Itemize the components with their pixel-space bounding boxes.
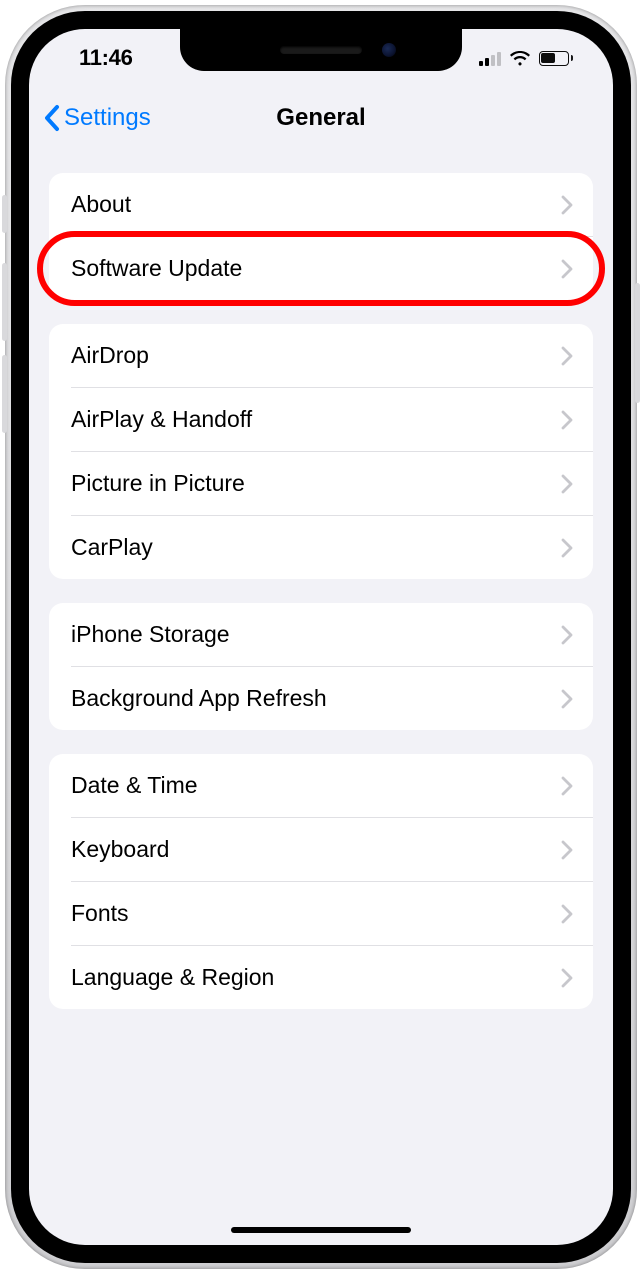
chevron-right-icon — [561, 346, 573, 366]
status-icons — [479, 50, 574, 66]
row-label: iPhone Storage — [71, 621, 230, 648]
chevron-right-icon — [561, 474, 573, 494]
row-label: Background App Refresh — [71, 685, 327, 712]
volume-down-button[interactable] — [2, 355, 7, 433]
battery-icon — [539, 51, 574, 66]
chevron-right-icon — [561, 689, 573, 709]
chevron-left-icon — [43, 104, 60, 132]
section: Date & Time Keyboard Fonts Language & Regio… — [49, 754, 593, 1009]
notch — [180, 29, 462, 71]
row-iphone-storage[interactable]: iPhone Storage — [49, 603, 593, 666]
row-label: Software Update — [71, 255, 242, 282]
content: About Software Update AirDrop AirPlay & Han… — [29, 149, 613, 1033]
speaker-grille — [280, 46, 362, 54]
wifi-icon — [509, 50, 531, 66]
row-label: AirDrop — [71, 342, 149, 369]
page-title: General — [276, 104, 365, 132]
back-label: Settings — [64, 104, 151, 132]
cellular-signal-icon — [479, 51, 501, 66]
row-picture-in-picture[interactable]: Picture in Picture — [49, 452, 593, 515]
status-time: 11:46 — [79, 45, 133, 71]
section: AirDrop AirPlay & Handoff Picture in Pictu… — [49, 324, 593, 579]
row-label: Fonts — [71, 900, 129, 927]
row-airplay-handoff[interactable]: AirPlay & Handoff — [49, 388, 593, 451]
home-indicator[interactable] — [231, 1227, 411, 1233]
mute-switch[interactable] — [2, 195, 7, 233]
row-software-update[interactable]: Software Update — [49, 237, 593, 300]
row-airdrop[interactable]: AirDrop — [49, 324, 593, 387]
nav-bar: Settings General — [29, 87, 613, 149]
row-label: Date & Time — [71, 772, 198, 799]
front-camera — [382, 43, 396, 57]
chevron-right-icon — [561, 410, 573, 430]
row-label: Keyboard — [71, 836, 169, 863]
section: iPhone Storage Background App Refresh — [49, 603, 593, 730]
chevron-right-icon — [561, 840, 573, 860]
row-label: AirPlay & Handoff — [71, 406, 252, 433]
phone-frame: 11:46 — [5, 5, 637, 1269]
chevron-right-icon — [561, 968, 573, 988]
section: About Software Update — [49, 173, 593, 300]
back-button[interactable]: Settings — [43, 104, 151, 132]
chevron-right-icon — [561, 538, 573, 558]
row-label: About — [71, 191, 131, 218]
row-background-app-refresh[interactable]: Background App Refresh — [49, 667, 593, 730]
row-label: CarPlay — [71, 534, 153, 561]
row-language-region[interactable]: Language & Region — [49, 946, 593, 1009]
power-button[interactable] — [635, 283, 640, 403]
row-fonts[interactable]: Fonts — [49, 882, 593, 945]
chevron-right-icon — [561, 259, 573, 279]
row-date-time[interactable]: Date & Time — [49, 754, 593, 817]
volume-up-button[interactable] — [2, 263, 7, 341]
row-keyboard[interactable]: Keyboard — [49, 818, 593, 881]
row-label: Picture in Picture — [71, 470, 245, 497]
chevron-right-icon — [561, 625, 573, 645]
screen: 11:46 — [29, 29, 613, 1245]
row-carplay[interactable]: CarPlay — [49, 516, 593, 579]
row-about[interactable]: About — [49, 173, 593, 236]
chevron-right-icon — [561, 776, 573, 796]
chevron-right-icon — [561, 904, 573, 924]
chevron-right-icon — [561, 195, 573, 215]
row-label: Language & Region — [71, 964, 274, 991]
